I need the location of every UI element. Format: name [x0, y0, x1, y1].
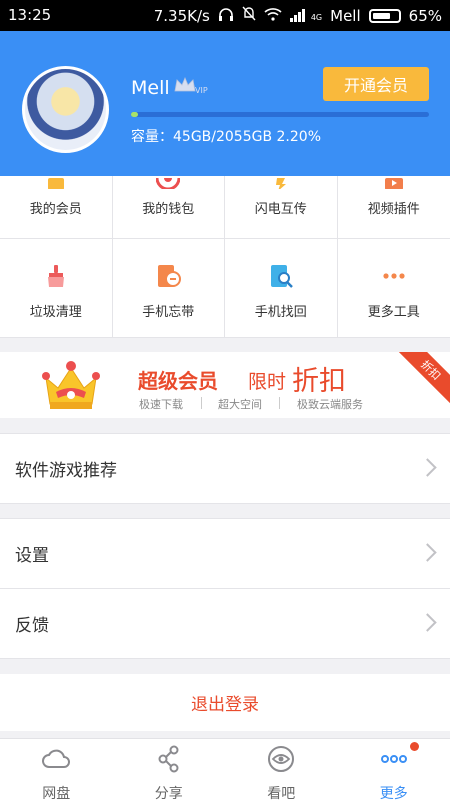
mute-bell-icon	[242, 6, 256, 25]
network-type: 4G	[310, 13, 323, 22]
cloud-icon	[41, 745, 71, 777]
capacity-text: 容量：45GB/2055GB 2.20%	[131, 129, 321, 145]
menu-item-settings[interactable]: 设置	[0, 519, 450, 588]
open-vip-button[interactable]: 开通会员	[323, 67, 429, 101]
banner-separator	[279, 397, 280, 409]
notification-dot	[410, 742, 419, 751]
tab-netdisk[interactable]: 网盘	[0, 739, 113, 800]
status-bar: 13:25 7.35K/s 4G Mell 65%	[0, 0, 450, 31]
discount-corner-badge: 折扣	[392, 352, 450, 409]
profile-header: Mell VIP 开通会员 容量：45GB/2055GB 2.20%	[0, 31, 450, 176]
tab-more[interactable]: 更多	[338, 739, 450, 800]
more-dots-icon	[379, 745, 409, 777]
menu-item-feedback[interactable]: 反馈	[0, 589, 450, 658]
divider	[0, 503, 450, 504]
more-tools-icon	[381, 263, 407, 289]
tab-share[interactable]: 分享	[113, 739, 226, 800]
menu-item-recommend[interactable]: 软件游戏推荐	[0, 434, 450, 503]
menu-item-label: 设置	[15, 546, 49, 566]
storage-progress-fill	[131, 112, 138, 117]
tools-grid: 我的会员 我的钱包 闪电互传 视频插件 垃圾清理 手机忘带 手机找回 更多工具	[0, 176, 450, 338]
banner-feature: 极致云端服务	[297, 398, 363, 411]
user-name: Mell	[131, 77, 170, 99]
chevron-right-icon	[418, 458, 437, 477]
grid-item-label: 垃圾清理	[29, 305, 82, 320]
battery-level: 65%	[408, 6, 442, 25]
grid-item-more-tools[interactable]: 更多工具	[337, 239, 450, 338]
tab-label: 看吧	[267, 786, 296, 800]
grid-item-video-plugin[interactable]: 视频插件	[337, 176, 450, 239]
lightning-transfer-icon	[269, 176, 293, 189]
grid-item-label: 手机找回	[254, 305, 307, 320]
tab-label: 更多	[379, 786, 408, 800]
logout-button[interactable]: 退出登录	[0, 674, 450, 731]
status-time: 13:25	[8, 6, 52, 24]
banner-discount: 折扣	[292, 366, 346, 397]
grid-item-label: 更多工具	[367, 305, 420, 320]
menu-item-label: 软件游戏推荐	[15, 461, 117, 481]
phone-forgot-icon	[155, 263, 182, 289]
tab-watch[interactable]: 看吧	[225, 739, 338, 800]
wallet-icon	[156, 176, 181, 189]
broom-icon	[43, 263, 69, 289]
tab-label: 分享	[154, 786, 183, 800]
grid-item-label: 我的会员	[29, 202, 82, 217]
chevron-right-icon	[418, 543, 437, 562]
member-icon	[44, 176, 68, 189]
crown-icon	[40, 358, 102, 412]
vip-crown-icon: VIP	[174, 76, 212, 96]
bottom-tab-bar: 网盘 分享 看吧 更多	[0, 738, 450, 800]
phone-find-icon	[268, 263, 294, 289]
divider	[0, 658, 450, 659]
banner-feature: 超大空间	[218, 398, 262, 411]
grid-item-phone-forgot[interactable]: 手机忘带	[112, 239, 225, 338]
wifi-icon	[264, 7, 282, 25]
network-speed: 7.35K/s	[153, 6, 210, 25]
banner-limited-time: 限时	[248, 371, 287, 393]
grid-item-label: 闪电互传	[254, 202, 307, 217]
video-plugin-icon	[382, 176, 406, 189]
signal-icon: 4G	[289, 9, 323, 22]
banner-feature: 极速下载	[139, 398, 183, 411]
carrier-name: Mell	[330, 6, 361, 25]
grid-item-label: 手机忘带	[142, 305, 195, 320]
vip-badge-text: VIP	[195, 86, 208, 95]
menu-item-label: 反馈	[15, 616, 49, 636]
banner-title: 超级会员	[138, 369, 218, 393]
storage-progress-bar	[131, 112, 429, 117]
grid-item-lightning-transfer[interactable]: 闪电互传	[225, 176, 338, 239]
avatar[interactable]	[22, 66, 109, 153]
grid-item-phone-find[interactable]: 手机找回	[225, 239, 338, 338]
grid-item-my-wallet[interactable]: 我的钱包	[112, 176, 225, 239]
grid-item-label: 我的钱包	[142, 202, 195, 217]
grid-item-my-member[interactable]: 我的会员	[0, 176, 113, 239]
eye-icon	[266, 745, 296, 777]
grid-item-label: 视频插件	[367, 202, 420, 217]
banner-separator	[201, 397, 202, 409]
headphones-icon	[218, 7, 234, 25]
tab-label: 网盘	[42, 786, 71, 800]
share-icon	[154, 745, 184, 777]
battery-icon	[368, 8, 401, 23]
super-vip-banner[interactable]: 超级会员 限时 折扣 极速下载 超大空间 极致云端服务 折扣	[0, 352, 450, 418]
chevron-right-icon	[418, 613, 437, 632]
grid-item-junk-clean[interactable]: 垃圾清理	[0, 239, 113, 338]
